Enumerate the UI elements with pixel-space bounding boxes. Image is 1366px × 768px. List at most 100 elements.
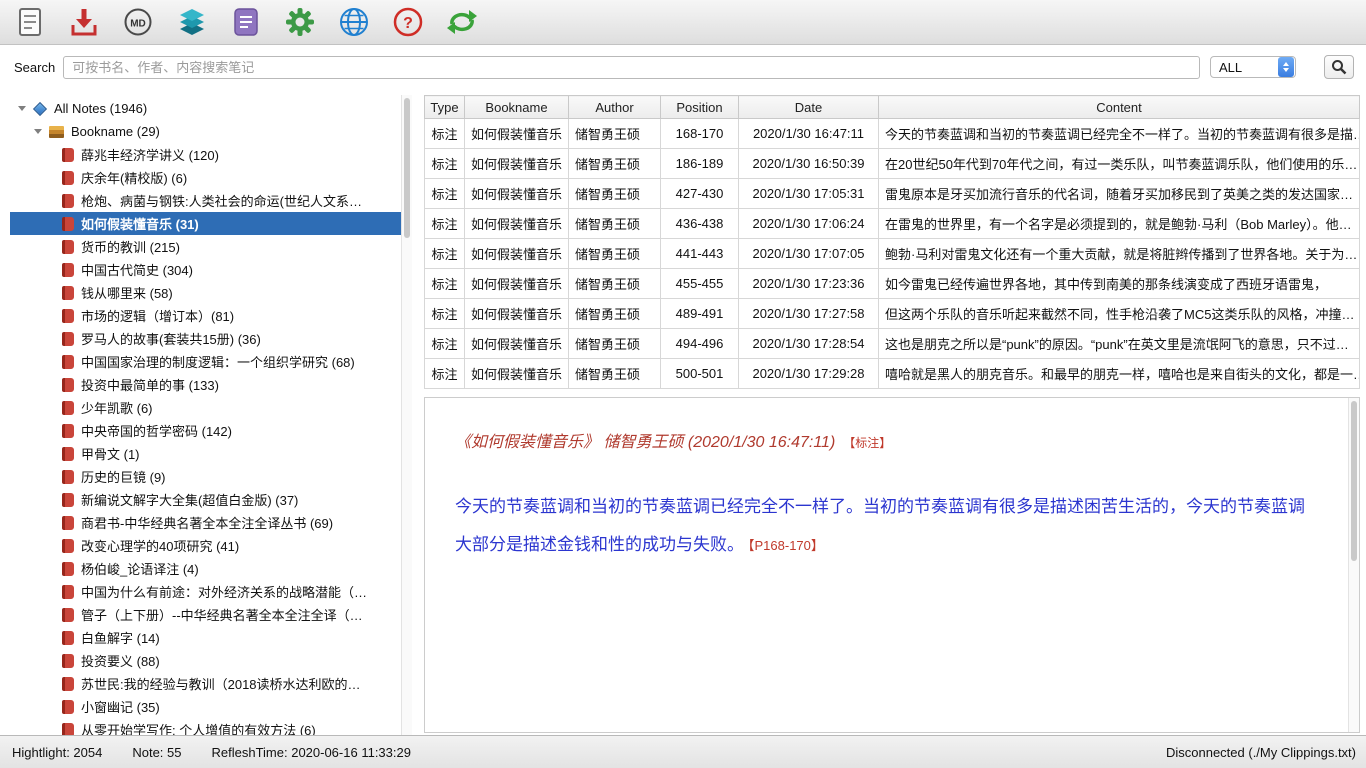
note-cell[interactable]: 储智勇王硕 xyxy=(569,119,661,149)
note-cell[interactable]: 标注 xyxy=(425,359,465,389)
note-cell[interactable]: 如何假装懂音乐 xyxy=(465,299,569,329)
note-row[interactable]: 标注如何假装懂音乐储智勇王硕441-4432020/1/30 17:07:05鲍… xyxy=(425,239,1360,269)
sidebar-book-item[interactable]: 投资中最简单的事 (133) xyxy=(10,373,401,396)
note-cell[interactable]: 如何假装懂音乐 xyxy=(465,119,569,149)
note-cell[interactable]: 今天的节奏蓝调和当初的节奏蓝调已经完全不一样了。当初的节奏蓝调有很多是描… xyxy=(879,119,1360,149)
note-cell[interactable]: 标注 xyxy=(425,269,465,299)
column-header[interactable]: Position xyxy=(661,96,739,119)
note-cell[interactable]: 标注 xyxy=(425,299,465,329)
note-cell[interactable]: 489-491 xyxy=(661,299,739,329)
note-row[interactable]: 标注如何假装懂音乐储智勇王硕436-4382020/1/30 17:06:24在… xyxy=(425,209,1360,239)
markdown-export-button[interactable]: MD xyxy=(120,3,156,41)
note-cell[interactable]: 如今雷鬼已经传遍世界各地，其中传到南美的那条线演变成了西班牙语雷鬼， xyxy=(879,269,1360,299)
sidebar-book-item[interactable]: 少年凯歌 (6) xyxy=(10,396,401,419)
help-button[interactable]: ? xyxy=(390,3,426,41)
note-cell[interactable]: 标注 xyxy=(425,329,465,359)
note-cell[interactable]: 储智勇王硕 xyxy=(569,149,661,179)
note-cell[interactable]: 如何假装懂音乐 xyxy=(465,179,569,209)
note-cell[interactable]: 494-496 xyxy=(661,329,739,359)
note-cell[interactable]: 455-455 xyxy=(661,269,739,299)
sidebar-book-item[interactable]: 如何假装懂音乐 (31) xyxy=(10,212,401,235)
note-cell[interactable]: 储智勇王硕 xyxy=(569,269,661,299)
sidebar-book-item[interactable]: 白鱼解字 (14) xyxy=(10,626,401,649)
note-cell[interactable]: 168-170 xyxy=(661,119,739,149)
note-cell[interactable]: 标注 xyxy=(425,209,465,239)
note-cell[interactable]: 在雷鬼的世界里，有一个名字是必须提到的，就是鲍勃·马利（Bob Marley）。… xyxy=(879,209,1360,239)
note-cell[interactable]: 鲍勃·马利对雷鬼文化还有一个重大贡献，就是将脏辫传播到了世界各地。关于为… xyxy=(879,239,1360,269)
note-cell[interactable]: 储智勇王硕 xyxy=(569,359,661,389)
note-cell[interactable]: 2020/1/30 17:23:36 xyxy=(739,269,879,299)
note-cell[interactable]: 如何假装懂音乐 xyxy=(465,239,569,269)
column-header[interactable]: Date xyxy=(739,96,879,119)
note-cell[interactable]: 如何假装懂音乐 xyxy=(465,269,569,299)
note-cell[interactable]: 2020/1/30 17:06:24 xyxy=(739,209,879,239)
note-cell[interactable]: 2020/1/30 17:27:58 xyxy=(739,299,879,329)
note-cell[interactable]: 2020/1/30 17:05:31 xyxy=(739,179,879,209)
refresh-button[interactable] xyxy=(444,3,480,41)
download-button[interactable] xyxy=(66,3,102,41)
sidebar-book-item[interactable]: 中国为什么有前途：对外经济关系的战略潜能（… xyxy=(10,580,401,603)
scrollbar-thumb[interactable] xyxy=(404,98,410,238)
sidebar-book-item[interactable]: 新编说文解字大全集(超值白金版) (37) xyxy=(10,488,401,511)
sidebar-book-item[interactable]: 庆余年(精校版) (6) xyxy=(10,166,401,189)
sidebar-book-item[interactable]: 小窗幽记 (35) xyxy=(10,695,401,718)
note-cell[interactable]: 441-443 xyxy=(661,239,739,269)
note-cell[interactable]: 186-189 xyxy=(661,149,739,179)
sidebar-book-item[interactable]: 苏世民:我的经验与教训（2018读桥水达利欧的… xyxy=(10,672,401,695)
sidebar-book-item[interactable]: 枪炮、病菌与钢铁:人类社会的命运(世纪人文系… xyxy=(10,189,401,212)
layers-export-button[interactable] xyxy=(174,3,210,41)
filter-select[interactable]: ALL xyxy=(1210,56,1296,78)
note-cell[interactable]: 427-430 xyxy=(661,179,739,209)
note-cell[interactable]: 标注 xyxy=(425,239,465,269)
note-row[interactable]: 标注如何假装懂音乐储智勇王硕168-1702020/1/30 16:47:11今… xyxy=(425,119,1360,149)
note-row[interactable]: 标注如何假装懂音乐储智勇王硕186-1892020/1/30 16:50:39在… xyxy=(425,149,1360,179)
sidebar-book-item[interactable]: 历史的巨镜 (9) xyxy=(10,465,401,488)
note-cell[interactable]: 储智勇王硕 xyxy=(569,239,661,269)
note-cell[interactable]: 但这两个乐队的音乐听起来截然不同，性手枪沿袭了MC5这类乐队的风格，冲撞… xyxy=(879,299,1360,329)
note-cell[interactable]: 如何假装懂音乐 xyxy=(465,149,569,179)
note-cell[interactable]: 这也是朋克之所以是“punk”的原因。“punk”在英文里是流氓阿飞的意思，只不… xyxy=(879,329,1360,359)
disclosure-triangle-icon[interactable] xyxy=(18,106,26,111)
web-button[interactable] xyxy=(336,3,372,41)
sidebar-item-all-notes[interactable]: All Notes (1946) xyxy=(10,97,401,120)
detail-scrollbar[interactable] xyxy=(1348,398,1359,732)
note-cell[interactable]: 如何假装懂音乐 xyxy=(465,329,569,359)
sidebar-book-item[interactable]: 货币的教训 (215) xyxy=(10,235,401,258)
note-row[interactable]: 标注如何假装懂音乐储智勇王硕455-4552020/1/30 17:23:36如… xyxy=(425,269,1360,299)
note-cell[interactable]: 在20世纪50年代到70年代之间，有过一类乐队，叫节奏蓝调乐队，他们使用的乐… xyxy=(879,149,1360,179)
note-cell[interactable]: 嘻哈就是黑人的朋克音乐。和最早的朋克一样，嘻哈也是来自街头的文化，都是一… xyxy=(879,359,1360,389)
note-cell[interactable]: 储智勇王硕 xyxy=(569,329,661,359)
note-cell[interactable]: 2020/1/30 16:47:11 xyxy=(739,119,879,149)
sidebar-book-item[interactable]: 罗马人的故事(套装共15册) (36) xyxy=(10,327,401,350)
note-cell[interactable]: 标注 xyxy=(425,119,465,149)
note-cell[interactable]: 标注 xyxy=(425,149,465,179)
sidebar-scrollbar[interactable] xyxy=(401,95,412,735)
sidebar-book-item[interactable]: 中央帝国的哲学密码 (142) xyxy=(10,419,401,442)
sidebar-book-item[interactable]: 甲骨文 (1) xyxy=(10,442,401,465)
note-cell[interactable]: 如何假装懂音乐 xyxy=(465,209,569,239)
column-header[interactable]: Bookname xyxy=(465,96,569,119)
note-cell[interactable]: 雷鬼原本是牙买加流行音乐的代名词，随着牙买加移民到了英美之类的发达国家… xyxy=(879,179,1360,209)
notes-button[interactable] xyxy=(12,3,48,41)
sidebar-item-bookname[interactable]: Bookname (29) xyxy=(10,120,401,143)
column-header[interactable]: Content xyxy=(879,96,1360,119)
sidebar-book-item[interactable]: 薛兆丰经济学讲义 (120) xyxy=(10,143,401,166)
note-cell[interactable]: 2020/1/30 17:29:28 xyxy=(739,359,879,389)
sidebar-book-item[interactable]: 管子（上下册）--中华经典名著全本全注全译（… xyxy=(10,603,401,626)
note-row[interactable]: 标注如何假装懂音乐储智勇王硕494-4962020/1/30 17:28:54这… xyxy=(425,329,1360,359)
note-cell[interactable]: 如何假装懂音乐 xyxy=(465,359,569,389)
note-cell[interactable]: 436-438 xyxy=(661,209,739,239)
disclosure-triangle-icon[interactable] xyxy=(34,129,42,134)
settings-button[interactable] xyxy=(282,3,318,41)
note-cell[interactable]: 2020/1/30 17:07:05 xyxy=(739,239,879,269)
sidebar-book-item[interactable]: 从零开始学写作: 个人增值的有效方法 (6) xyxy=(10,718,401,735)
sidebar-book-item[interactable]: 中国古代简史 (304) xyxy=(10,258,401,281)
note-cell[interactable]: 2020/1/30 17:28:54 xyxy=(739,329,879,359)
sidebar-book-item[interactable]: 钱从哪里来 (58) xyxy=(10,281,401,304)
sidebar-book-item[interactable]: 改变心理学的40项研究 (41) xyxy=(10,534,401,557)
note-cell[interactable]: 500-501 xyxy=(661,359,739,389)
sidebar-book-item[interactable]: 投资要义 (88) xyxy=(10,649,401,672)
note-cell[interactable]: 储智勇王硕 xyxy=(569,209,661,239)
note-row[interactable]: 标注如何假装懂音乐储智勇王硕427-4302020/1/30 17:05:31雷… xyxy=(425,179,1360,209)
column-header[interactable]: Author xyxy=(569,96,661,119)
